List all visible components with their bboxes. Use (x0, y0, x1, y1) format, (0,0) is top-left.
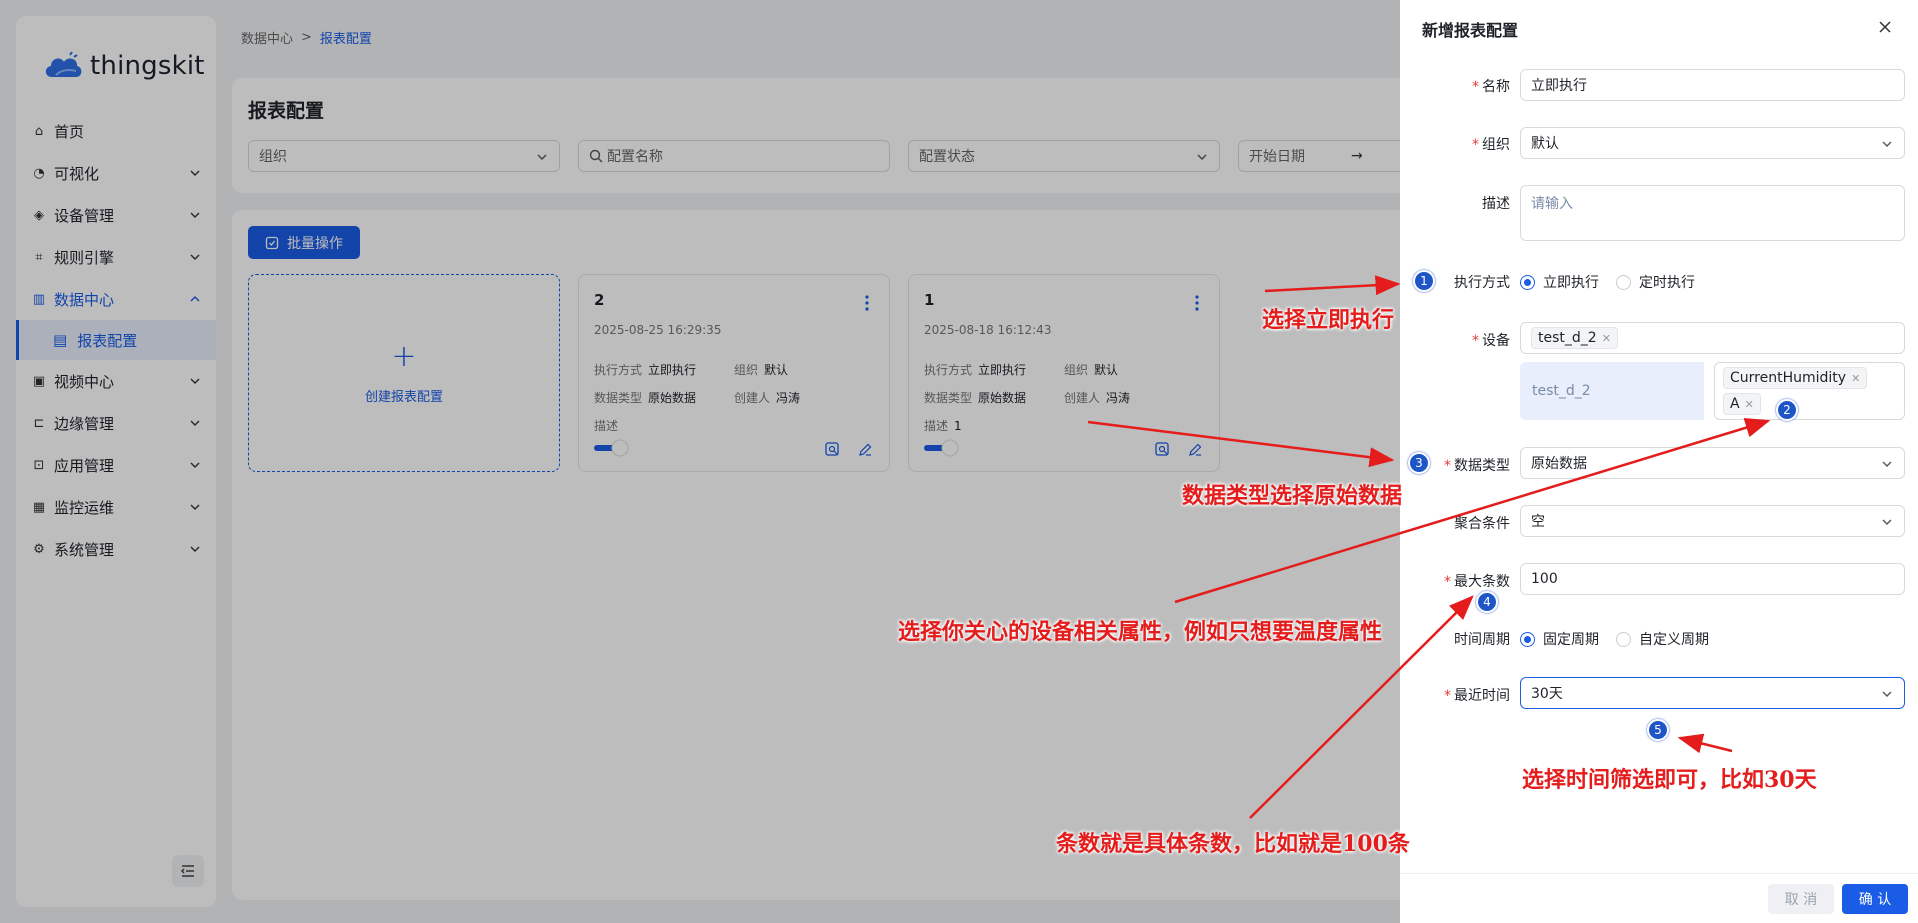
org-label: * 组织 (1472, 137, 1510, 153)
chevron-down-icon (1882, 691, 1892, 697)
step-badge-4: 4 (1476, 591, 1498, 613)
aggregation-select[interactable]: 空 (1520, 505, 1905, 537)
drawer-overlay-mask[interactable] (0, 0, 1400, 923)
max-count-value: 100 (1531, 571, 1558, 587)
exec-mode-immediate-radio[interactable]: 立即执行 (1520, 272, 1599, 292)
device-tag[interactable]: test_d_2 ✕ (1531, 327, 1618, 349)
max-count-input[interactable]: 100 (1520, 563, 1905, 595)
annotation-text-3: 数据类型选择原始数据 (1182, 483, 1403, 509)
tag-close-icon[interactable]: ✕ (1851, 372, 1860, 385)
annotation-text-5: 选择时间筛选即可，比如30天 (1522, 767, 1817, 793)
step-badge-3: 3 (1408, 452, 1430, 474)
aggregation-value: 空 (1531, 514, 1545, 530)
step-badge-5: 5 (1647, 719, 1669, 741)
close-icon[interactable] (1878, 20, 1892, 34)
org-select[interactable]: 默认 (1520, 127, 1905, 159)
recent-time-value: 30天 (1531, 686, 1563, 702)
period-custom-radio[interactable]: 自定义周期 (1616, 629, 1709, 649)
step-badge-2: 2 (1776, 399, 1798, 421)
annotation-text-1: 选择立即执行 (1262, 307, 1395, 333)
data-type-value: 原始数据 (1531, 456, 1587, 472)
step-badge-1: 1 (1413, 270, 1435, 292)
attribute-tag[interactable]: A ✕ (1723, 393, 1761, 415)
radio-checked-icon (1520, 631, 1535, 647)
drawer-title: 新增报表配置 (1422, 21, 1519, 40)
org-value: 默认 (1531, 136, 1559, 152)
chevron-down-icon (1882, 141, 1892, 147)
tag-close-icon[interactable]: ✕ (1602, 332, 1611, 345)
drawer-footer: 取 消 确 认 (1400, 873, 1918, 923)
tag-close-icon[interactable]: ✕ (1745, 398, 1754, 411)
annotation-text-2: 选择你关心的设备相关属性，例如只想要温度属性 (898, 619, 1383, 645)
radio-checked-icon (1520, 274, 1535, 290)
cancel-button[interactable]: 取 消 (1768, 884, 1834, 914)
recent-time-label: * 最近时间 (1444, 688, 1510, 704)
radio-unchecked-icon (1616, 631, 1631, 647)
max-count-label: * 最大条数 (1444, 574, 1510, 590)
device-select[interactable]: test_d_2 ✕ (1520, 322, 1905, 354)
time-period-label: 时间周期 (1454, 632, 1510, 648)
aggregation-label: 聚合条件 (1454, 516, 1510, 532)
attribute-tag[interactable]: CurrentHumidity ✕ (1723, 367, 1868, 389)
attr-device-name: test_d_2 (1520, 362, 1704, 420)
recent-time-select[interactable]: 30天 (1520, 677, 1905, 709)
period-fixed-radio[interactable]: 固定周期 (1520, 629, 1599, 649)
desc-label: 描述 (1482, 196, 1510, 212)
device-label: * 设备 (1472, 333, 1510, 349)
radio-unchecked-icon (1616, 274, 1631, 290)
description-textarea[interactable]: 请输入 (1520, 185, 1905, 241)
annotation-text-4: 条数就是具体条数，比如就是100条 (1056, 831, 1410, 857)
desc-placeholder: 请输入 (1531, 196, 1573, 212)
attribute-select[interactable]: CurrentHumidity ✕ A ✕ (1714, 362, 1905, 420)
chevron-down-icon (1882, 461, 1892, 467)
name-input[interactable]: 立即执行 (1520, 69, 1905, 101)
device-attribute-selector: test_d_2 CurrentHumidity ✕ A ✕ (1520, 362, 1905, 420)
name-label: * 名称 (1472, 79, 1510, 95)
name-value: 立即执行 (1531, 78, 1587, 94)
chevron-down-icon (1882, 519, 1892, 525)
exec-mode-scheduled-radio[interactable]: 定时执行 (1616, 272, 1695, 292)
data-type-select[interactable]: 原始数据 (1520, 447, 1905, 479)
confirm-button[interactable]: 确 认 (1842, 884, 1908, 914)
